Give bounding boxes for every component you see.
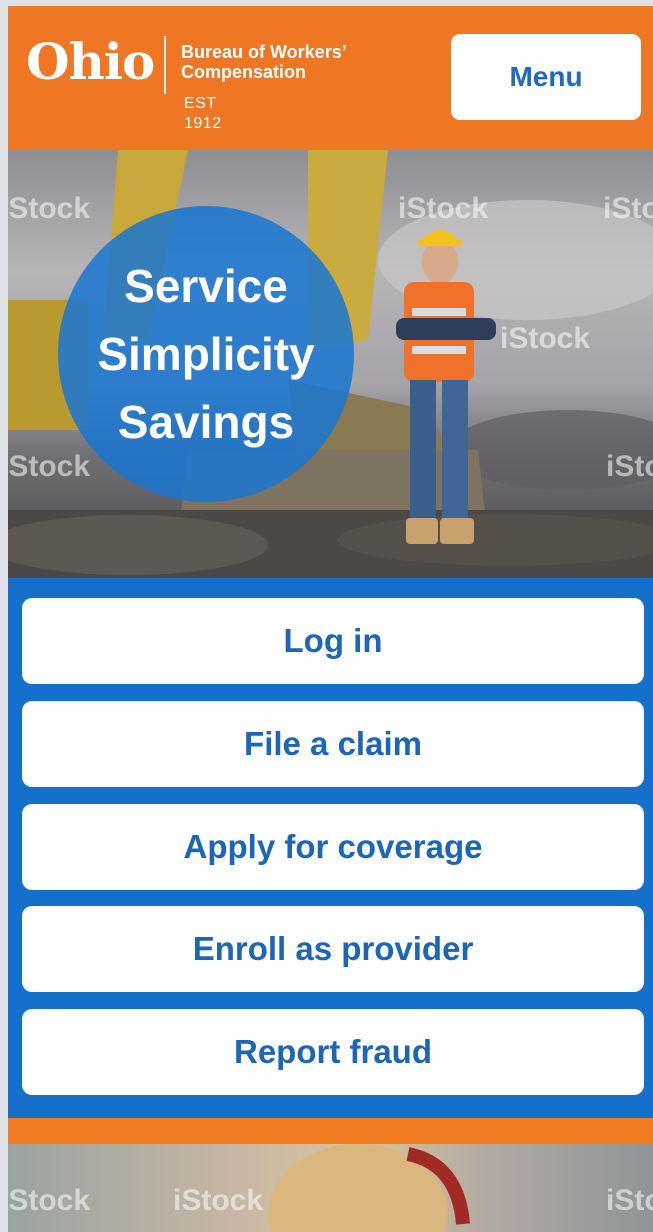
logo-est-text: EST 1912 <box>184 95 222 132</box>
tagline-simplicity: Simplicity <box>97 328 315 380</box>
hero-banner: iStock iStock iStock iStock iStock iStoc… <box>8 150 653 578</box>
menu-button[interactable]: Menu <box>451 34 641 120</box>
watermark-text: iStock <box>606 1184 653 1217</box>
quick-actions-panel: Log in File a claim Apply for coverage E… <box>8 578 653 1118</box>
watermark-text: iStock <box>606 450 653 483</box>
page: Ohio Bureau of Workers’ Compensation EST… <box>8 6 653 1232</box>
report-fraud-button[interactable]: Report fraud <box>22 1009 644 1095</box>
watermark-text: iStock <box>8 192 91 225</box>
apply-coverage-button[interactable]: Apply for coverage <box>22 804 644 890</box>
logo-divider <box>164 36 166 94</box>
watermark-text: iStock <box>173 1184 264 1217</box>
log-in-button[interactable]: Log in <box>22 598 644 684</box>
file-claim-button[interactable]: File a claim <box>22 701 644 787</box>
watermark-text: iStock <box>8 1184 91 1217</box>
watermark-text: iStock <box>603 192 653 225</box>
watermark-text: iStock <box>398 192 489 225</box>
logo-ohio-text: Ohio <box>26 32 155 91</box>
logo-compensation-text: Compensation <box>181 62 307 82</box>
tagline-service: Service <box>124 260 288 312</box>
secondary-photo-illustration <box>268 1144 470 1232</box>
tagline-circle: Service Simplicity Savings <box>58 206 354 502</box>
site-header: Ohio Bureau of Workers’ Compensation EST… <box>8 6 653 150</box>
tagline-savings: Savings <box>117 396 295 448</box>
secondary-banner: iStock iStock iStock <box>8 1144 653 1232</box>
watermark-text: iStock <box>8 450 91 483</box>
enroll-provider-button[interactable]: Enroll as provider <box>22 906 644 992</box>
divider-strip <box>8 1118 653 1144</box>
watermark-text: iStock <box>500 322 591 355</box>
logo-bureau-text: Bureau of Workers’ <box>181 42 347 62</box>
